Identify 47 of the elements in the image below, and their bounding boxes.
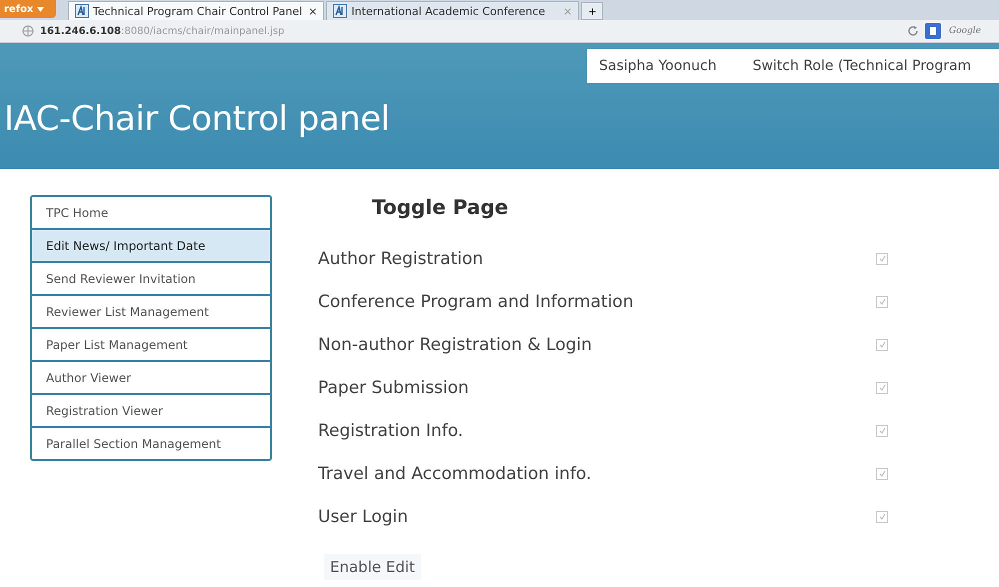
checkbox[interactable] — [876, 510, 888, 522]
page-name: User Login — [318, 506, 408, 526]
close-icon[interactable]: × — [308, 4, 318, 18]
page-name: Author Registration — [318, 248, 484, 268]
section-heading: Toggle Page — [371, 195, 510, 221]
page-name: Conference Program and Information — [318, 292, 634, 312]
checkbox[interactable] — [876, 338, 888, 350]
address-field[interactable]: 161.246.6.108:8080/iacms/chair/mainpanel.jsp — [40, 26, 284, 36]
check-icon — [878, 254, 886, 263]
check-icon — [878, 469, 886, 478]
sidebar-item[interactable]: Parallel Section Management — [32, 428, 270, 459]
site-logo-icon — [74, 4, 89, 18]
check-icon — [878, 297, 886, 306]
site-logo-icon — [333, 4, 348, 18]
checkbox[interactable] — [876, 382, 888, 394]
new-tab-button[interactable]: + — [581, 2, 604, 20]
sidebar-item[interactable]: Registration Viewer — [32, 395, 270, 428]
checkbox[interactable] — [876, 424, 888, 436]
browser-tab[interactable]: Technical Program Chair Control Panel × — [68, 1, 324, 20]
user-name[interactable]: Sasipha Yoonuch — [599, 58, 717, 74]
search-field[interactable]: Google — [947, 25, 991, 37]
sidebar-item[interactable]: Author Viewer — [32, 362, 270, 395]
check-icon — [878, 340, 886, 349]
tab-title: International Academic Conference — [351, 4, 546, 18]
switch-role-link[interactable]: Switch Role (Technical Program — [752, 58, 972, 74]
tab-title: Technical Program Chair Control Panel — [92, 4, 302, 18]
enable-edit-button[interactable]: Enable Edit — [324, 554, 421, 580]
search-engine-icon[interactable] — [925, 23, 941, 39]
browser-tab[interactable]: International Academic Conference × — [326, 1, 580, 20]
page-name: Registration Info. — [318, 420, 464, 440]
sidebar-item[interactable]: Edit News/ Important Date — [32, 230, 270, 263]
checkbox[interactable] — [876, 252, 888, 264]
caret-icon — [36, 6, 44, 12]
page-name: Paper Submission — [318, 378, 469, 398]
check-icon — [878, 512, 886, 521]
checkbox[interactable] — [876, 468, 888, 480]
page-name: Travel and Accommodation info. — [318, 464, 592, 484]
globe-icon — [22, 25, 34, 37]
sidebar-item[interactable]: Send Reviewer Invitation — [32, 263, 270, 296]
checkbox[interactable] — [876, 296, 888, 308]
page-name: Non-author Registration & Login — [318, 334, 592, 354]
check-icon — [878, 426, 886, 435]
sidebar-item[interactable]: Reviewer List Management — [32, 296, 270, 329]
reload-icon[interactable] — [907, 25, 919, 37]
page-title: IAC-Chair Control panel — [3, 99, 390, 139]
check-icon — [878, 383, 886, 392]
sidebar-item[interactable]: Paper List Management — [32, 329, 270, 362]
